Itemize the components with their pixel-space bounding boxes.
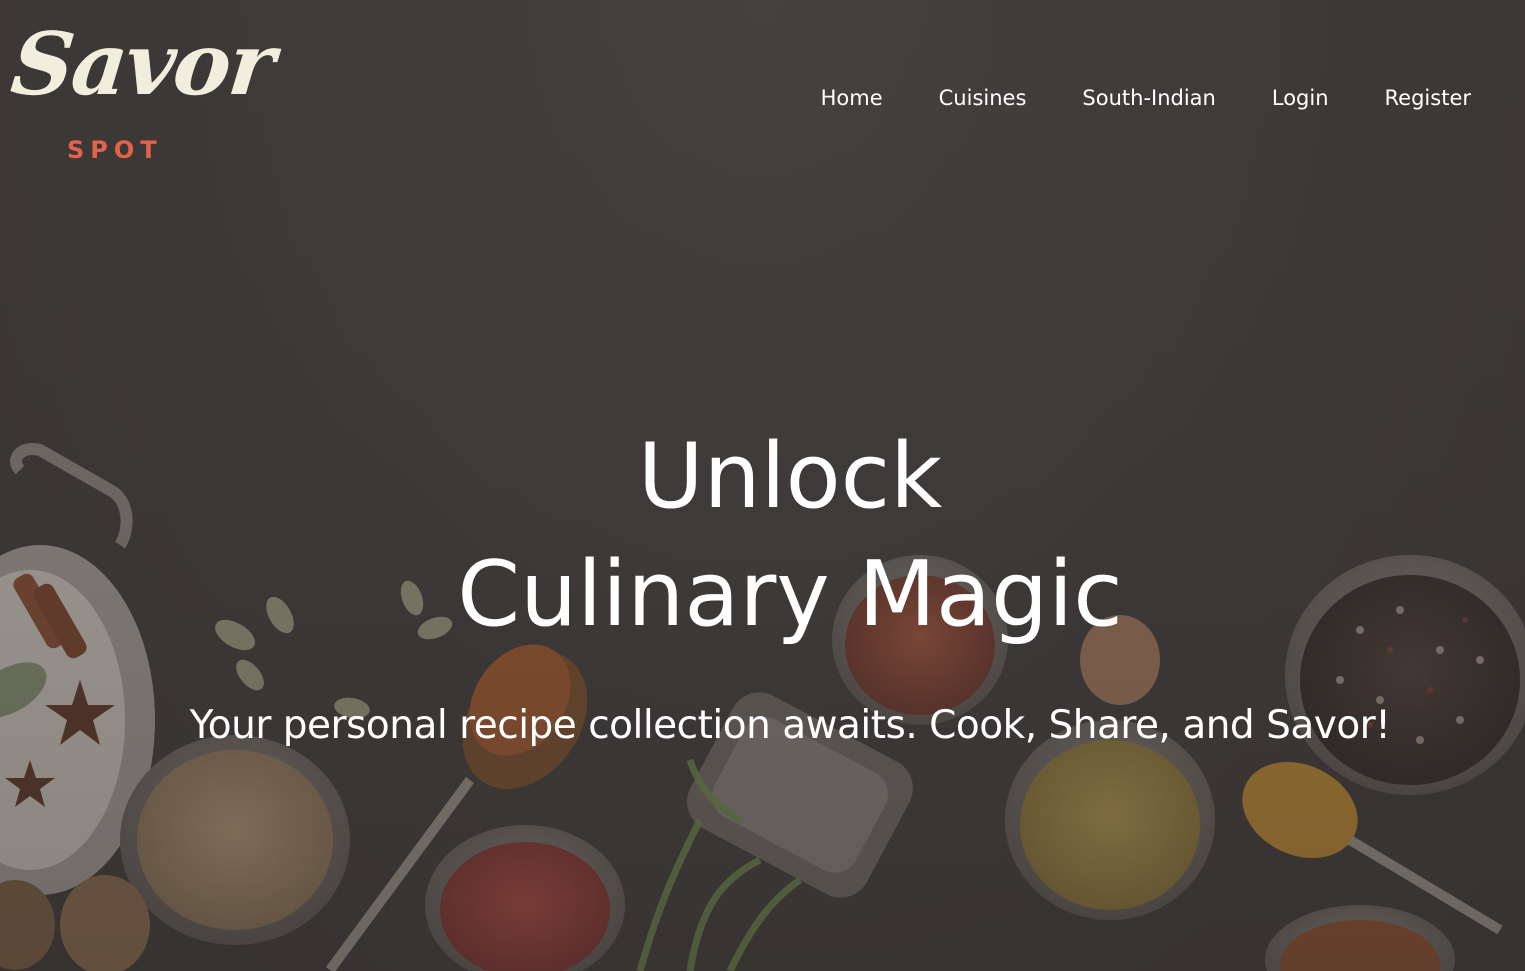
hero-title-line1: Unlock bbox=[637, 424, 943, 529]
hero-section: Savor SPOT Home Cuisines South-Indian Lo… bbox=[0, 0, 1525, 971]
logo-script-text: Savor bbox=[6, 14, 278, 115]
main-nav: Home Cuisines South-Indian Login Registe… bbox=[765, 84, 1471, 112]
nav-login-link[interactable]: Login bbox=[1272, 84, 1329, 112]
nav-home-link[interactable]: Home bbox=[821, 84, 883, 112]
logo-sub-text: SPOT bbox=[67, 136, 163, 164]
hero-tagline: Your personal recipe collection awaits. … bbox=[189, 703, 1391, 748]
hero-title: Unlock Culinary Magic bbox=[0, 432, 1525, 640]
nav-south-indian-link[interactable]: South-Indian bbox=[1082, 84, 1215, 112]
nav-register-link[interactable]: Register bbox=[1385, 84, 1471, 112]
nav-cuisines-link[interactable]: Cuisines bbox=[939, 84, 1027, 112]
hero-title-line2: Culinary Magic bbox=[457, 542, 1123, 647]
brand-logo[interactable]: Savor SPOT bbox=[7, 14, 278, 172]
